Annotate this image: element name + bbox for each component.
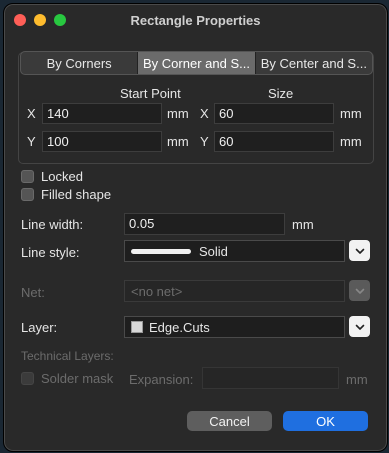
ok-button[interactable]: OK — [283, 411, 368, 431]
window-title: Rectangle Properties — [130, 13, 261, 28]
technical-layers-header: Technical Layers: — [21, 349, 114, 363]
line-width-input[interactable]: 0.05 — [124, 213, 285, 235]
layer-label: Layer: — [21, 320, 58, 335]
line-style-dropdown-button[interactable] — [349, 240, 370, 261]
net-label: Net: — [21, 285, 45, 300]
line-style-value: Solid — [199, 243, 228, 259]
chevron-down-icon — [355, 324, 364, 330]
size-x-input[interactable]: 60 — [214, 103, 334, 124]
start-x-label: X — [27, 106, 36, 121]
start-y-input[interactable]: 100 — [42, 131, 162, 152]
size-y-unit: mm — [340, 134, 362, 149]
locked-label: Locked — [41, 169, 83, 184]
tab-by-center-and-size[interactable]: By Center and S... — [256, 52, 372, 74]
layer-value: Edge.Cuts — [149, 319, 210, 335]
mode-tabs: By Corners By Corner and S... By Center … — [20, 51, 373, 75]
start-x-input[interactable]: 140 — [42, 103, 162, 124]
solder-mask-option[interactable]: Solder mask — [21, 371, 113, 386]
layer-select[interactable]: Edge.Cuts — [124, 316, 345, 338]
tab-by-corner-and-size[interactable]: By Corner and S... — [138, 52, 256, 74]
solder-mask-checkbox[interactable] — [21, 372, 34, 385]
line-style-label: Line style: — [21, 245, 80, 260]
net-select[interactable]: <no net> — [124, 280, 345, 302]
expansion-unit: mm — [346, 372, 368, 387]
close-window-button[interactable] — [14, 14, 26, 26]
line-width-unit: mm — [292, 217, 314, 232]
size-y-label: Y — [200, 134, 209, 149]
line-style-swatch — [131, 248, 191, 254]
line-style-select[interactable]: Solid — [124, 240, 345, 262]
size-x-unit: mm — [340, 106, 362, 121]
maximize-window-button[interactable] — [54, 14, 66, 26]
filled-shape-label: Filled shape — [41, 187, 112, 202]
start-point-header: Start Point — [120, 86, 181, 101]
expansion-label: Expansion: — [129, 372, 194, 387]
start-y-unit: mm — [167, 134, 189, 149]
solder-mask-label: Solder mask — [41, 371, 114, 386]
minimize-window-button[interactable] — [34, 14, 46, 26]
net-dropdown-button[interactable] — [349, 280, 370, 301]
filled-shape-option[interactable]: Filled shape — [21, 187, 111, 202]
layer-dropdown-button[interactable] — [349, 316, 370, 337]
net-placeholder: <no net> — [131, 283, 183, 299]
layer-color-swatch — [131, 321, 143, 333]
cancel-button[interactable]: Cancel — [187, 411, 272, 431]
window-controls — [14, 14, 66, 26]
size-x-label: X — [200, 106, 209, 121]
filled-shape-checkbox[interactable] — [21, 188, 34, 201]
size-y-input[interactable]: 60 — [214, 131, 334, 152]
expansion-input[interactable] — [202, 367, 339, 389]
locked-checkbox[interactable] — [21, 170, 34, 183]
rectangle-properties-dialog: Rectangle Properties By Corners By Corne… — [3, 3, 388, 452]
chevron-down-icon — [355, 248, 364, 254]
size-header: Size — [268, 86, 294, 101]
chevron-down-icon — [355, 288, 364, 294]
start-x-unit: mm — [167, 106, 189, 121]
line-width-label: Line width: — [21, 217, 84, 232]
tab-by-corners[interactable]: By Corners — [21, 52, 139, 74]
locked-option[interactable]: Locked — [21, 169, 83, 184]
start-y-label: Y — [27, 134, 36, 149]
title-bar: Rectangle Properties — [4, 4, 387, 37]
